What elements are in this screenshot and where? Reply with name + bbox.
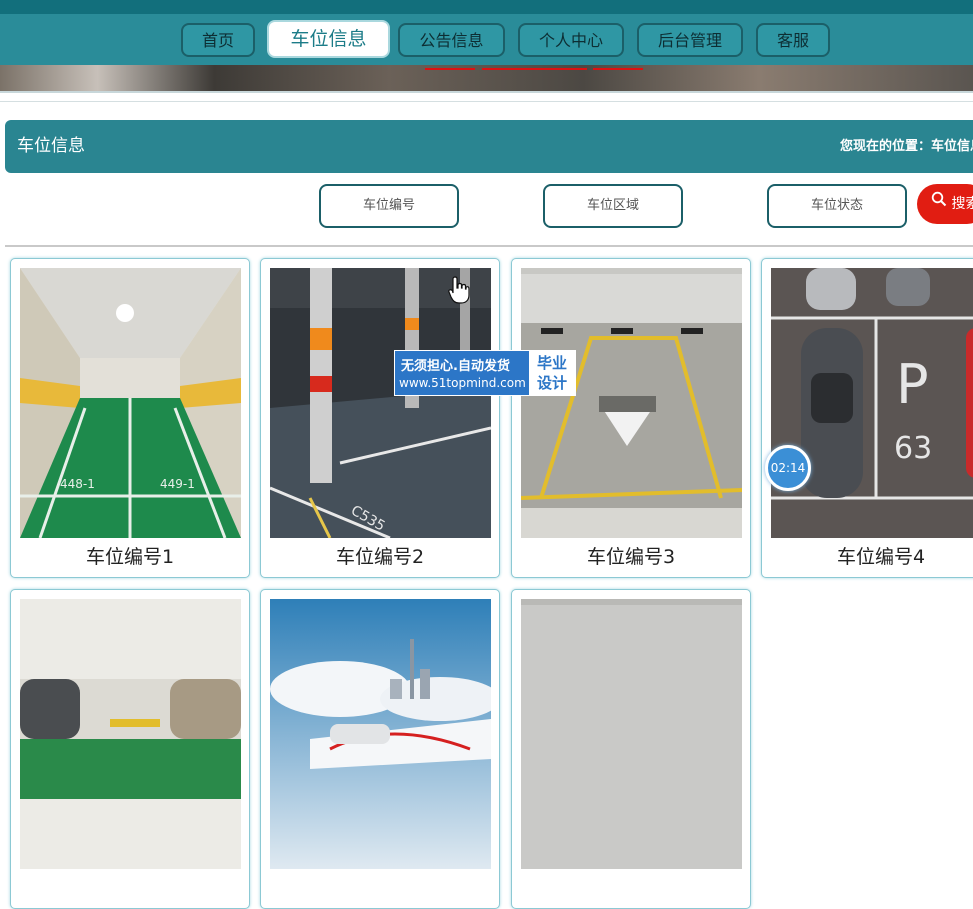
nav-personal-center[interactable]: 个人中心	[518, 23, 624, 57]
parking-photo: P 63	[771, 268, 973, 538]
nav-home[interactable]: 首页	[181, 23, 255, 57]
watermark-line1: 无须担心.自动发货	[401, 359, 510, 374]
floating-timer[interactable]: 02:14	[765, 445, 811, 491]
parking-photo	[521, 599, 742, 869]
parking-card[interactable]: 448-1 449-1 车位编号1	[10, 258, 250, 578]
parking-photo	[270, 599, 491, 869]
watermark-line2: www.51topmind.com	[399, 376, 526, 390]
parking-photo: 448-1 449-1	[20, 268, 241, 538]
svg-text:448-1: 448-1	[60, 477, 95, 491]
search-button[interactable]: 搜索	[917, 184, 973, 224]
parking-photo: C535	[270, 268, 491, 538]
section-header: 车位信息 您现在的位置：车位信息	[5, 120, 973, 173]
parking-area-input[interactable]: 车位区域	[543, 184, 683, 228]
parking-status-input[interactable]: 车位状态	[767, 184, 907, 228]
banner-spacer	[0, 92, 973, 102]
nav-admin[interactable]: 后台管理	[637, 23, 743, 57]
parking-photo	[20, 599, 241, 869]
parking-card[interactable]: P 63 车位编号4	[761, 258, 973, 578]
watermark-badge1: 毕业	[536, 354, 567, 372]
nav-announcements[interactable]: 公告信息	[398, 23, 505, 57]
section-title: 车位信息	[17, 136, 85, 156]
svg-text:449-1: 449-1	[160, 477, 195, 491]
banner-image	[0, 65, 973, 93]
parking-card[interactable]	[260, 589, 500, 909]
parking-number-input[interactable]: 车位编号	[319, 184, 459, 228]
parking-photo	[521, 268, 742, 538]
divider	[5, 245, 973, 247]
parking-card-label: 车位编号2	[335, 546, 425, 568]
parking-card-label: 车位编号3	[586, 546, 676, 568]
watermark-badge2: 设计	[536, 374, 567, 392]
breadcrumb: 您现在的位置：车位信息	[840, 139, 973, 154]
search-button-label: 搜索	[951, 196, 973, 212]
watermark-badge: 无须担心.自动发货 www.51topmind.com 毕业 设计	[394, 350, 576, 396]
parking-card[interactable]: 车位编号3	[511, 258, 751, 578]
svg-text:P: P	[896, 353, 929, 416]
hand-cursor-icon	[448, 276, 470, 304]
parking-card-label: 车位编号1	[85, 546, 175, 568]
parking-card-label: 车位编号4	[836, 546, 926, 568]
search-icon	[931, 183, 947, 223]
nav-customer-service[interactable]: 客服	[756, 23, 830, 57]
svg-text:63: 63	[894, 431, 932, 466]
parking-card[interactable]	[10, 589, 250, 909]
parking-card[interactable]: C535 车位编号2	[260, 258, 500, 578]
parking-card[interactable]	[511, 589, 751, 909]
nav-parking-info[interactable]: 车位信息	[267, 20, 390, 58]
